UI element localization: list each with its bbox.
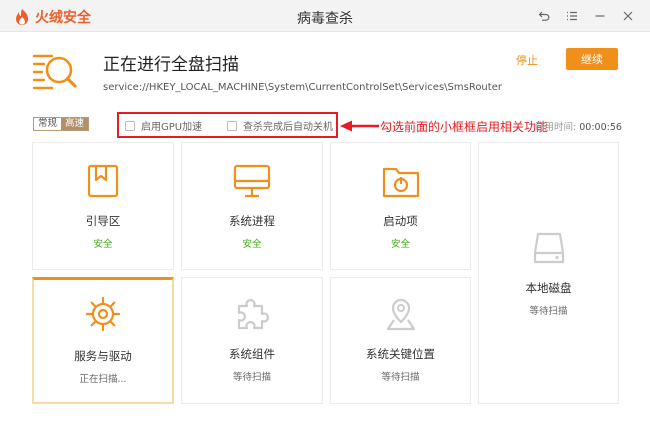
continue-button[interactable]: 继续 <box>566 48 618 70</box>
tile-name: 系统进程 <box>229 214 275 228</box>
tile-status: 安全 <box>242 239 262 250</box>
tile-status: 安全 <box>93 239 113 250</box>
annotation-arrow-icon <box>340 120 379 132</box>
scan-tile-components: 系统组件 等待扫描 <box>181 277 323 404</box>
menu-button[interactable] <box>562 6 582 26</box>
scan-mode-toggle: 常规 高速 <box>33 117 90 131</box>
minimize-icon <box>595 15 605 17</box>
tile-status: 等待扫描 <box>232 372 271 383</box>
gear-icon <box>34 296 172 332</box>
auto-shutdown-option[interactable]: 查杀完成后自动关机 <box>227 118 333 133</box>
tile-status: 等待扫描 <box>529 306 568 317</box>
gpu-acceleration-checkbox[interactable] <box>125 120 135 131</box>
annotation-text: 勾选前面的小框框启用相关功能 <box>380 120 549 134</box>
boot-icon <box>33 163 173 199</box>
scan-title: 正在进行全盘扫描 <box>103 55 239 75</box>
tile-status: 等待扫描 <box>381 372 420 383</box>
scan-current-path: service://HKEY_LOCAL_MACHINE\System\Curr… <box>103 82 502 93</box>
tile-status: 正在扫描... <box>79 374 127 385</box>
tile-name: 引导区 <box>85 214 121 228</box>
scan-tile-local-disk: 本地磁盘 等待扫描 <box>478 142 619 404</box>
title-bar: 火绒安全 病毒查杀 <box>0 0 650 32</box>
elapsed-time-value: 00:00:56 <box>579 122 622 133</box>
monitor-icon <box>182 163 322 199</box>
tile-name: 本地磁盘 <box>525 281 572 295</box>
scan-tile-key-locations: 系统关键位置 等待扫描 <box>330 277 471 404</box>
location-icon <box>331 296 470 332</box>
mode-normal-option[interactable]: 常规 <box>34 118 62 130</box>
mode-fast-option[interactable]: 高速 <box>61 118 89 130</box>
undo-icon <box>538 11 550 21</box>
scan-tile-processes: 系统进程 安全 <box>181 142 323 270</box>
scan-tile-startup: 启动项 安全 <box>330 142 471 270</box>
elapsed-time: 已用时间: 00:00:56 <box>535 119 622 133</box>
puzzle-icon <box>182 296 322 332</box>
stop-button[interactable]: 停止 <box>516 52 538 68</box>
gpu-acceleration-option[interactable]: 启用GPU加速 <box>125 118 202 133</box>
auto-shutdown-checkbox[interactable] <box>227 120 237 131</box>
scan-magnifier-icon <box>32 50 78 98</box>
scan-tile-services-drivers: 服务与驱动 正在扫描... <box>32 277 174 404</box>
scan-tile-boot: 引导区 安全 <box>32 142 174 270</box>
tile-status: 安全 <box>390 239 410 250</box>
disk-icon <box>479 231 618 265</box>
tile-name: 服务与驱动 <box>74 349 132 363</box>
tile-name: 系统组件 <box>229 347 275 361</box>
auto-shutdown-label: 查杀完成后自动关机 <box>243 122 333 133</box>
close-button[interactable] <box>618 6 638 26</box>
close-icon <box>623 11 633 21</box>
startup-icon <box>331 163 470 199</box>
back-button[interactable] <box>534 6 554 26</box>
minimize-button[interactable] <box>590 6 610 26</box>
menu-icon <box>567 11 577 21</box>
gpu-acceleration-label: 启用GPU加速 <box>141 122 203 133</box>
tile-name: 启动项 <box>383 214 418 228</box>
elapsed-time-label: 已用时间: <box>535 122 577 133</box>
tile-name: 系统关键位置 <box>366 347 435 361</box>
